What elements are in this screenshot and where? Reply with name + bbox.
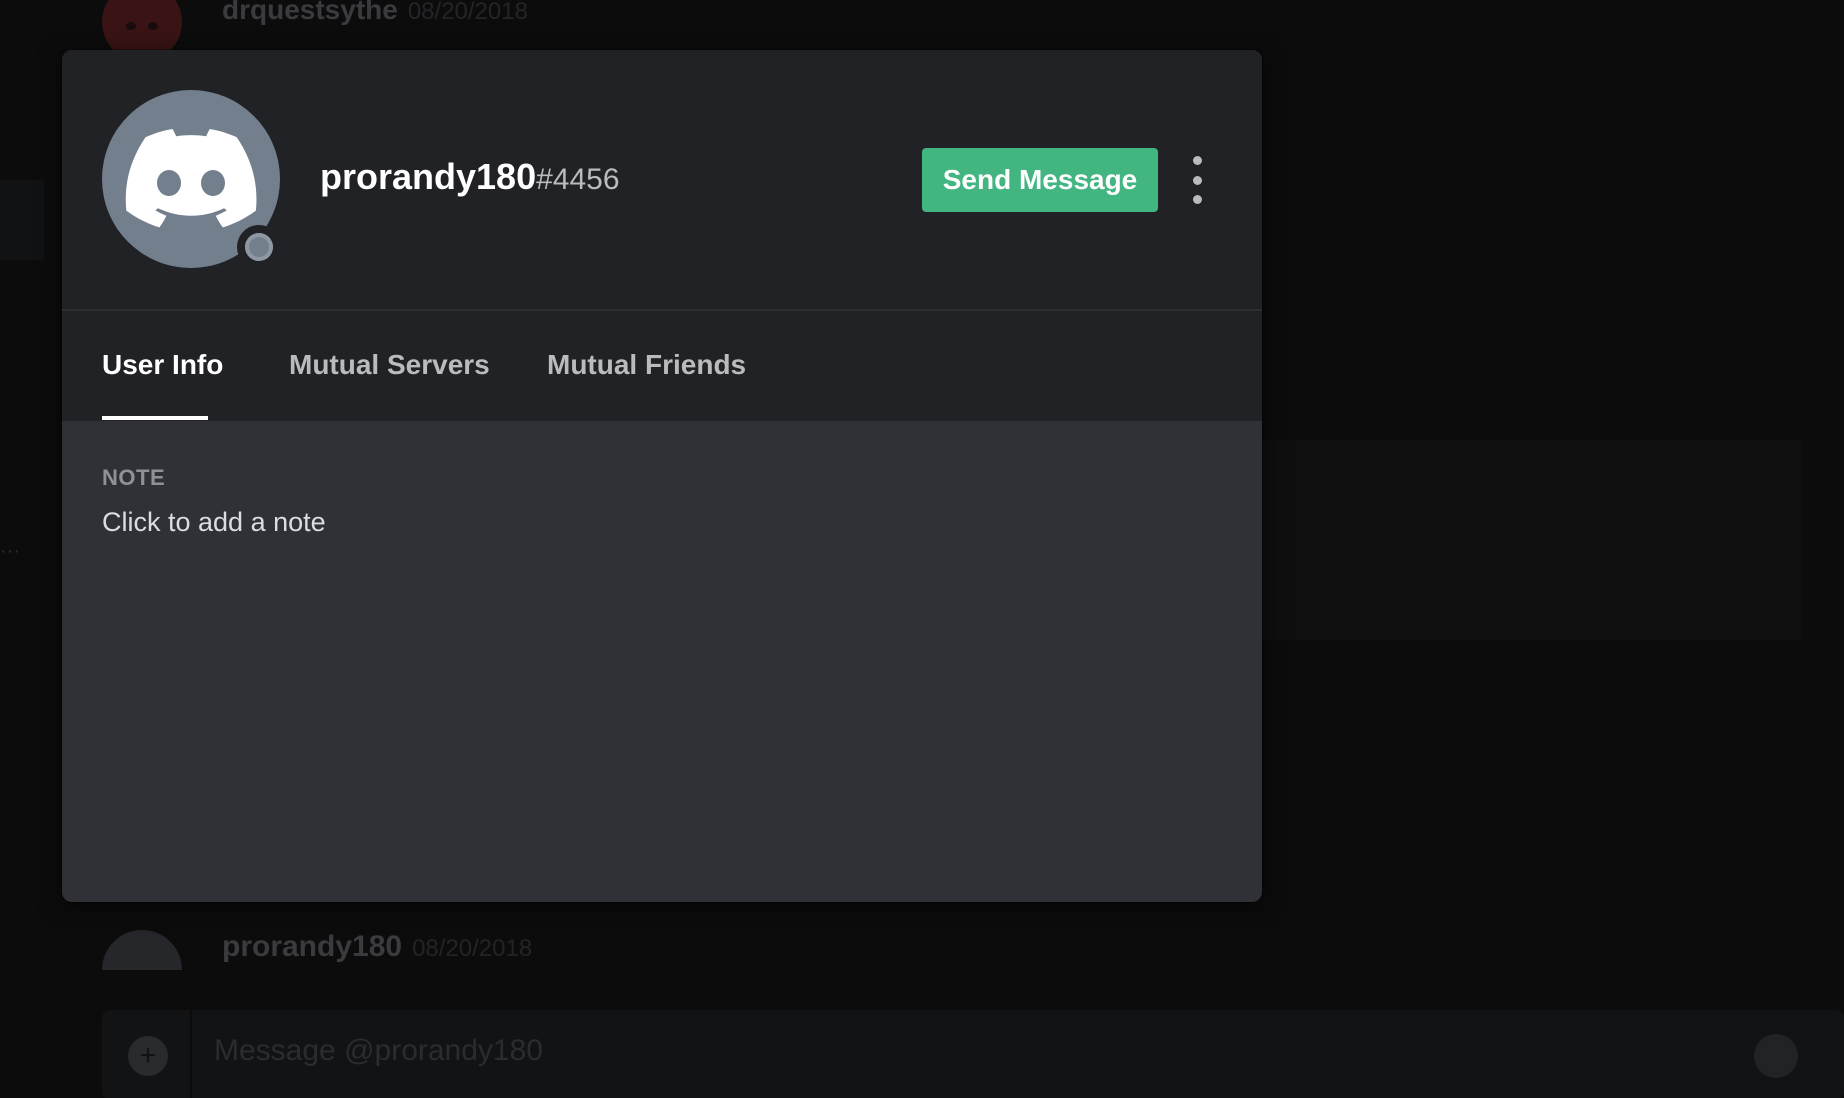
ellipsis-icon: ···: [0, 540, 20, 562]
note-input[interactable]: Click to add a note: [102, 507, 326, 538]
message-timestamp: 08/20/2018: [412, 935, 533, 962]
message-author: prorandy180: [222, 930, 403, 963]
note-label: NOTE: [102, 465, 166, 490]
message-author: drquestsythe: [222, 0, 398, 25]
message-header: prorandy180 08/20/2018: [222, 930, 532, 964]
username-tag: prorandy180#4456: [320, 156, 620, 198]
active-tab-indicator: [102, 416, 208, 420]
message-highlight: [1262, 440, 1802, 640]
message-input: Message @prorandy180: [214, 1034, 543, 1067]
tab-mutual-friends[interactable]: Mutual Friends: [547, 349, 746, 381]
message-header: drquestsythe 08/20/2018: [222, 0, 528, 26]
discord-logo-icon: [125, 129, 257, 228]
profile-tabs: User Info Mutual Servers Mutual Friends: [62, 311, 1262, 421]
avatar[interactable]: [102, 90, 281, 269]
tab-user-info[interactable]: User Info: [102, 349, 223, 381]
message-composer: + Message @prorandy180: [102, 1010, 1844, 1098]
message-timestamp: 08/20/2018: [407, 0, 528, 25]
offline-status-icon: [245, 233, 273, 261]
add-attachment-icon: +: [128, 1036, 168, 1076]
user-info-panel: NOTE Click to add a note: [62, 421, 1262, 902]
user-profile-modal: prorandy180#4456 Send Message User Info …: [62, 50, 1262, 902]
tab-mutual-servers[interactable]: Mutual Servers: [289, 349, 490, 381]
username: prorandy180: [320, 156, 537, 197]
message-avatar: [102, 930, 182, 970]
status-indicator: [237, 225, 281, 269]
discriminator: #4456: [536, 163, 620, 196]
more-options-icon[interactable]: [1184, 156, 1210, 204]
emoji-icon: [1754, 1034, 1798, 1078]
send-message-button[interactable]: Send Message: [922, 148, 1158, 212]
sidebar-fragment: [0, 180, 44, 260]
discord-app: drquestsythe 08/20/2018 ··· prorandy180 08…: [0, 0, 1844, 1098]
profile-header: prorandy180#4456 Send Message: [62, 50, 1262, 310]
